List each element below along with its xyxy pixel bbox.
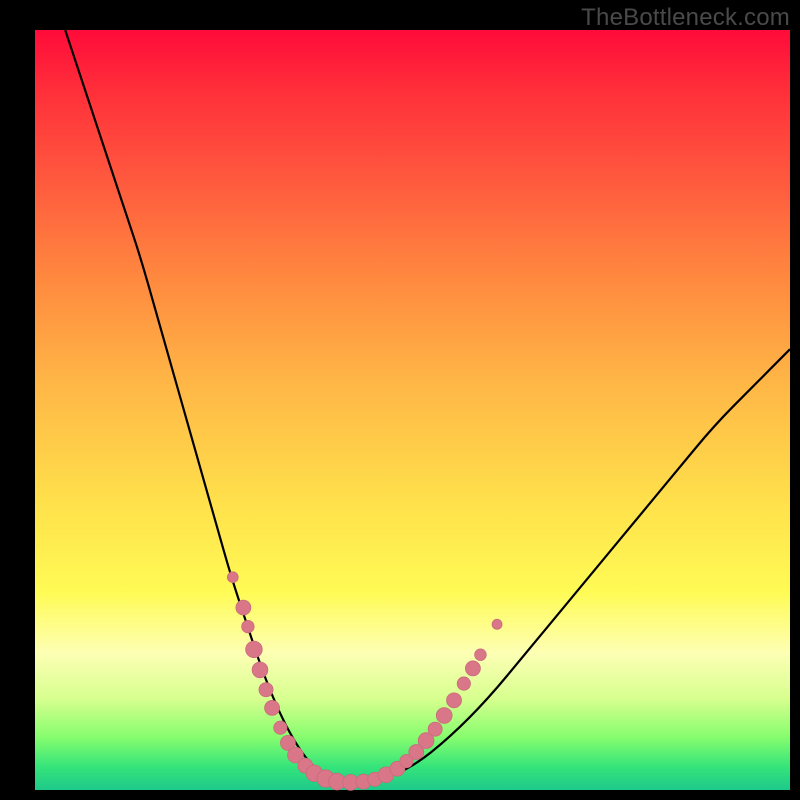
bottleneck-curve: [65, 30, 790, 782]
plot-area: [35, 30, 790, 790]
curve-marker: [436, 708, 452, 724]
curve-marker: [475, 649, 487, 661]
marker-group: [227, 572, 502, 790]
curve-marker: [274, 721, 287, 734]
curve-marker: [246, 641, 263, 658]
curve-marker: [259, 683, 273, 697]
curve-marker: [465, 661, 480, 676]
curve-marker: [227, 572, 238, 583]
chart-svg: [35, 30, 790, 790]
curve-marker: [265, 700, 280, 715]
curve-marker: [492, 619, 502, 629]
curve-marker: [428, 722, 442, 736]
curve-marker: [447, 693, 462, 708]
curve-marker: [242, 620, 254, 632]
watermark-text: TheBottleneck.com: [581, 4, 790, 32]
chart-frame: TheBottleneck.com: [0, 0, 800, 800]
curve-marker: [457, 677, 470, 690]
curve-marker: [252, 662, 268, 678]
curve-marker: [236, 600, 251, 615]
